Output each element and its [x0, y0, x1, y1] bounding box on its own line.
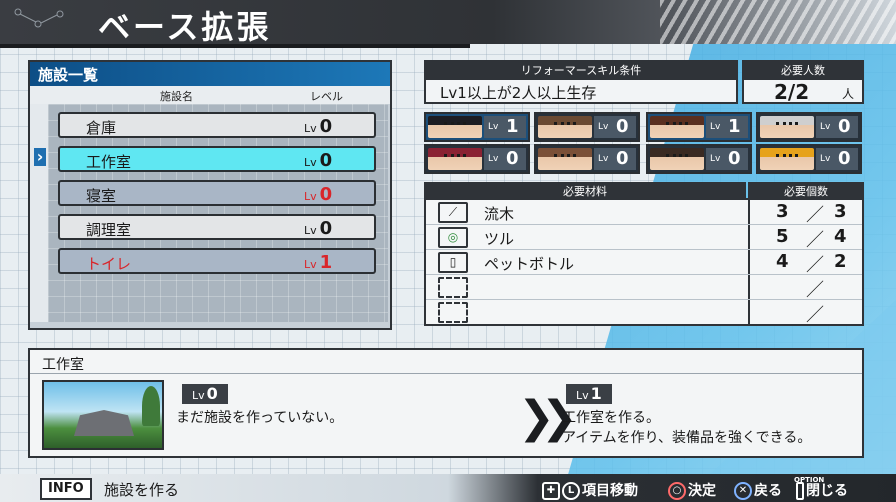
character-portrait: Lv 1 [646, 112, 752, 142]
character-face-icon [538, 116, 592, 138]
header-underline [0, 44, 470, 48]
materials-table: ⟋ 流木 3 ／ 3 ◎ ツル 5 ／ 4 ▯ ペットボトル 4 ／ 2 ／ ／ [424, 198, 864, 326]
empty-slot-icon [438, 277, 468, 298]
facility-row-bedroom[interactable]: 寝室 Lv 0 [58, 180, 376, 206]
next-level-text-2: アイテムを作り、装備品を強くできる。 [562, 430, 812, 446]
character-level: Lv 1 [484, 116, 526, 138]
facility-detail-panel: 工作室 Lv 0 まだ施設を作っていない。 ❯❯ Lv 1 工作室を作る。 アイテム… [28, 348, 864, 458]
option-button-label: OPTION [794, 476, 825, 484]
current-level-text: まだ施設を作っていない。 [176, 410, 344, 426]
character-face-icon [760, 116, 814, 138]
option-button-icon [796, 482, 804, 500]
character-portrait: Lv 0 [756, 144, 862, 174]
driftwood-icon: ⟋ [438, 202, 468, 223]
facility-row-toilet[interactable]: トイレ Lv 1 [58, 248, 376, 274]
character-level: Lv 0 [816, 116, 858, 138]
character-portrait: Lv 1 [424, 112, 530, 142]
info-label: INFO [40, 478, 92, 500]
facility-thumbnail [42, 380, 164, 450]
material-name: ツル [484, 230, 515, 248]
header-stripes [660, 0, 896, 44]
facility-row-workshop[interactable]: 工作室 Lv 0 [58, 146, 376, 172]
molecule-icon [14, 8, 64, 28]
facility-level: Lv 0 [304, 218, 333, 239]
facility-name: 倉庫 [86, 119, 117, 137]
facility-level: Lv 1 [304, 252, 333, 273]
character-level: Lv 0 [594, 148, 636, 170]
character-portrait: Lv 0 [534, 112, 640, 142]
character-face-icon [650, 116, 704, 138]
facility-row-kitchen[interactable]: 調理室 Lv 0 [58, 214, 376, 240]
control-back[interactable]: ✕ 戻る [734, 480, 782, 500]
character-face-icon [650, 148, 704, 170]
dpad-icon: ✚ [542, 482, 560, 500]
selection-cursor-icon: › [34, 148, 46, 166]
character-level: Lv 1 [706, 116, 748, 138]
hut-shape [74, 410, 134, 436]
character-face-icon [428, 148, 482, 170]
character-level: Lv 0 [484, 148, 526, 170]
required-people-header: 必要人数 [742, 60, 864, 78]
character-level: Lv 0 [816, 148, 858, 170]
control-move[interactable]: ✚ L 項目移動 [542, 480, 638, 500]
vine-icon: ◎ [438, 227, 468, 248]
facility-list: 倉庫 Lv 0 工作室 Lv 0 寝室 Lv 0 調理室 Lv 0 トイレ Lv 1 [48, 104, 388, 322]
current-level-tag: Lv 0 [182, 384, 228, 404]
skill-condition-value: Lv1以上が2人以上生存 [424, 78, 738, 104]
skill-condition-header: リフォーマースキル条件 [424, 60, 738, 78]
material-row: ⟋ 流木 3 ／ 3 [426, 200, 862, 226]
detail-title: 工作室 [30, 350, 862, 374]
page-title: ベース拡張 [98, 8, 272, 46]
character-portrait: Lv 0 [756, 112, 862, 142]
header-bar: ベース拡張 [0, 0, 896, 46]
character-portrait: Lv 0 [646, 144, 752, 174]
bottle-icon: ▯ [438, 252, 468, 273]
material-name: 流木 [484, 205, 515, 223]
info-text: 施設を作る [104, 481, 180, 499]
column-level: レベル [310, 90, 343, 103]
material-row-empty: ／ [426, 275, 862, 301]
required-people-value: 2/2 人 [742, 78, 864, 104]
facility-panel: 施設一覧 施設名 レベル 倉庫 Lv 0 工作室 Lv 0 寝室 Lv 0 調理室 L… [28, 60, 392, 330]
material-row-empty: ／ [426, 300, 862, 326]
materials-header: 必要材料 [424, 182, 746, 198]
left-stick-icon: L [562, 482, 580, 500]
facility-name: 寝室 [86, 187, 117, 205]
materials-count-header: 必要個数 [748, 182, 864, 198]
required-people-unit: 人 [842, 87, 855, 101]
facility-column-headers: 施設名 レベル [30, 86, 390, 104]
character-level: Lv 0 [706, 148, 748, 170]
facility-level: Lv 0 [304, 150, 333, 171]
material-name: ペットボトル [484, 255, 575, 273]
required-people-count: 2/2 [774, 80, 810, 104]
next-level-text-1: 工作室を作る。 [562, 410, 660, 426]
character-face-icon [760, 148, 814, 170]
facility-name: 調理室 [86, 221, 132, 239]
facility-row-storage[interactable]: 倉庫 Lv 0 [58, 112, 376, 138]
control-confirm[interactable]: ○ 決定 [668, 480, 716, 500]
character-level: Lv 0 [594, 116, 636, 138]
character-face-icon [428, 116, 482, 138]
character-portrait: Lv 0 [534, 144, 640, 174]
column-facility-name: 施設名 [160, 90, 193, 103]
material-row: ◎ ツル 5 ／ 4 [426, 225, 862, 251]
facility-level: Lv 0 [304, 116, 333, 137]
empty-slot-icon [438, 302, 468, 323]
cross-button-icon: ✕ [734, 482, 752, 500]
facility-name: トイレ [86, 255, 132, 273]
facility-level: Lv 0 [304, 184, 333, 205]
facility-panel-title: 施設一覧 [30, 62, 390, 86]
circle-button-icon: ○ [668, 482, 686, 500]
double-chevron-right-icon: ❯❯ [518, 392, 578, 443]
facility-name: 工作室 [86, 153, 132, 171]
palm-tree-shape [142, 386, 160, 426]
material-row: ▯ ペットボトル 4 ／ 2 [426, 250, 862, 276]
character-face-icon [538, 148, 592, 170]
character-portrait: Lv 0 [424, 144, 530, 174]
facility-list-gutter [30, 104, 48, 322]
next-level-tag: Lv 1 [566, 384, 612, 404]
control-close[interactable]: OPTION 閉じる [794, 476, 848, 500]
